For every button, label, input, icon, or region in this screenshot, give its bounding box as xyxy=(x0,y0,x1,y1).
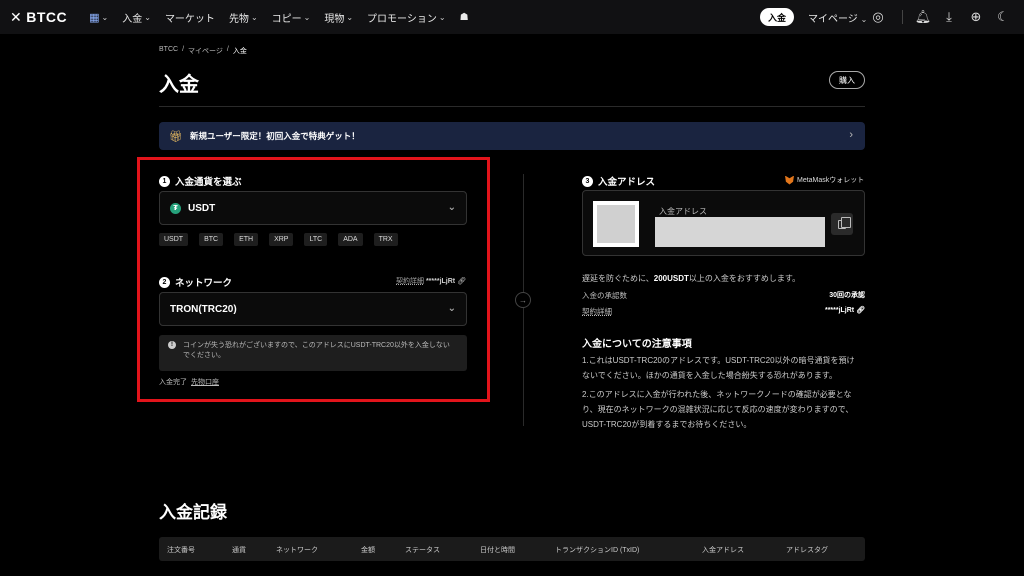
nav-item-market[interactable]: マーケット xyxy=(165,10,215,25)
step-number: 3 xyxy=(582,175,593,187)
logo-text: BTCC xyxy=(26,9,68,25)
column-header: ネットワーク xyxy=(276,547,318,554)
link-icon: 🔗︎ xyxy=(856,307,865,314)
gift-icon: ▦ xyxy=(89,11,100,24)
bell-icon[interactable]: 🔔︎ xyxy=(915,9,932,25)
info-icon: ! xyxy=(168,341,176,349)
confirmations-value: 30回の承認 xyxy=(829,292,865,299)
coin-chip-ltc[interactable]: LTC xyxy=(304,233,328,246)
chevron-down-icon: ⌄ xyxy=(346,12,354,22)
caution-item-2: 2.このアドレスに入金が行われた後、ネットワークノードの確認が必要とな り、現在… xyxy=(582,390,854,429)
copy-button[interactable] xyxy=(831,213,853,235)
gift-icon: 🎁︎ xyxy=(169,130,183,143)
account-icon[interactable]: ◎ xyxy=(870,9,886,25)
coin-chip-trx[interactable]: TRX xyxy=(373,233,398,246)
divider xyxy=(159,106,865,107)
network-selected: TRON(TRC20) xyxy=(170,303,237,315)
contract-detail[interactable]: 契約詳細 *****jLjRt 🔗︎ xyxy=(396,276,466,286)
chevron-down-icon: ⌄ xyxy=(860,15,868,24)
page-title: 入金 xyxy=(159,74,199,96)
coin-chip-eth[interactable]: ETH xyxy=(234,233,259,246)
address-value xyxy=(655,217,825,247)
mascot-icon[interactable]: ☗ xyxy=(460,12,469,23)
coin-chip-list: USDT BTC ETH XRP LTC ADA TRX xyxy=(159,233,398,246)
breadcrumb-home[interactable]: BTCC xyxy=(159,46,178,56)
chevron-down-icon: ⌄ xyxy=(250,12,258,22)
column-header: アドレスタグ xyxy=(786,547,828,554)
tether-icon: ₮ xyxy=(170,202,181,214)
network-select[interactable]: TRON(TRC20) ⌄ xyxy=(159,292,467,326)
btcc-logo[interactable]: ✕ BTCC xyxy=(10,9,67,26)
mypage-menu[interactable]: マイページ ⌄ xyxy=(808,10,867,25)
records-title: 入金記録 xyxy=(159,503,227,522)
address-card: 入金アドレス xyxy=(582,190,865,256)
metamask-fox-icon xyxy=(785,175,794,185)
chevron-down-icon: ⌄ xyxy=(447,202,456,213)
top-nav: ✕ BTCC ▦ ⌄ 入金 ⌄ マーケット 先物 ⌄ コピー ⌄ 現物 ⌄ プロモーション… xyxy=(0,0,1024,34)
nav-menu: 入金 ⌄ マーケット 先物 ⌄ コピー ⌄ 現物 ⌄ プロモーション ⌄ ☗ xyxy=(122,10,468,25)
buy-button[interactable]: 購入 xyxy=(829,71,865,89)
coin-chip-ada[interactable]: ADA xyxy=(338,233,363,246)
confirmations-label: 入金の承認数 xyxy=(582,291,627,300)
promo-banner[interactable]: 🎁︎ 新規ユーザー限定！初回入金で特典ゲット！ › xyxy=(159,122,865,150)
step-number: 2 xyxy=(159,276,170,288)
address-label: 入金アドレス xyxy=(659,207,707,216)
caution-title: 入金についての注意事項 xyxy=(582,339,692,350)
column-header: ステータス xyxy=(405,547,440,554)
chevron-down-icon: ⌄ xyxy=(438,12,446,22)
nav-item-spot[interactable]: 現物 ⌄ xyxy=(324,10,353,25)
gift-menu[interactable]: ▦ ⌄ xyxy=(89,11,108,24)
breadcrumb-mypage[interactable]: マイページ xyxy=(188,46,223,56)
banner-text: 新規ユーザー限定！初回入金で特典ゲット！ xyxy=(189,131,360,141)
column-header: 金額 xyxy=(361,547,375,554)
deposit-button[interactable]: 入金 xyxy=(760,8,794,26)
caution-item-1: 1.これはUSDT-TRC20のアドレスです。USDT-TRC20以外の暗号通貨… xyxy=(582,356,855,380)
step1-heading: 1 入金通貨を選ぶ xyxy=(159,174,242,188)
chevron-right-icon: › xyxy=(849,129,853,141)
copy-icon xyxy=(838,216,851,229)
chevron-down-icon: ⌄ xyxy=(303,12,311,22)
column-header: 通貨 xyxy=(232,547,246,554)
column-header: 注文番号 xyxy=(167,547,195,554)
coin-chip-usdt[interactable]: USDT xyxy=(159,233,189,246)
chevron-down-icon: ⌄ xyxy=(447,303,456,314)
contract-label[interactable]: 契約詳細 xyxy=(582,306,612,317)
nav-item-deposit[interactable]: 入金 ⌄ xyxy=(122,10,151,25)
moon-icon[interactable]: ☾ xyxy=(995,9,1011,25)
download-icon[interactable]: ⤓ xyxy=(941,9,957,25)
chevron-down-icon: ⌄ xyxy=(101,12,109,22)
coin-chip-xrp[interactable]: XRP xyxy=(269,233,294,246)
metamask-link[interactable]: MetaMaskウォレット xyxy=(785,175,864,185)
column-header: 日付と時間 xyxy=(480,547,515,554)
column-header: 入金アドレス xyxy=(702,547,744,554)
currency-select[interactable]: ₮ USDT ⌄ xyxy=(159,191,467,225)
recommendation-text: 遅延を防ぐために、200USDT以上の入金をおすすめします。 xyxy=(582,274,801,283)
network-notice: ! コインが失う恐れがございますので、このアドレスにUSDT-TRC20以外を入… xyxy=(159,335,467,371)
currency-selected: USDT xyxy=(188,202,216,214)
nav-item-promotion[interactable]: プロモーション ⌄ xyxy=(367,10,446,25)
arrow-right-icon: → xyxy=(515,292,531,308)
qr-code xyxy=(593,201,639,247)
nav-item-futures[interactable]: 先物 ⌄ xyxy=(229,10,258,25)
step-number: 1 xyxy=(159,175,170,187)
chevron-down-icon: ⌄ xyxy=(144,12,151,22)
breadcrumb-current: 入金 xyxy=(232,48,247,55)
contract-value: *****jLjRt 🔗︎ xyxy=(824,307,865,314)
globe-icon[interactable]: ⊕ xyxy=(968,9,984,25)
coin-chip-btc[interactable]: BTC xyxy=(199,233,224,246)
deposit-destination: 入金完了 先物口座 xyxy=(159,377,219,387)
nav-divider xyxy=(902,10,903,24)
link-icon: 🔗︎ xyxy=(457,278,466,285)
column-header: トランザクションID (TxID) xyxy=(555,547,640,554)
breadcrumb: BTCC / マイページ / 入金 xyxy=(159,46,247,56)
nav-item-copy[interactable]: コピー ⌄ xyxy=(272,10,311,25)
futures-account-link[interactable]: 先物口座 xyxy=(191,377,219,387)
records-table-header: 注文番号 通貨 ネットワーク 金額 ステータス 日付と時間 トランザクションID… xyxy=(159,537,865,561)
btcc-logo-icon: ✕ xyxy=(10,8,23,25)
step2-heading: 2 ネットワーク xyxy=(159,275,232,289)
step3-heading: 3 入金アドレス xyxy=(582,174,655,188)
